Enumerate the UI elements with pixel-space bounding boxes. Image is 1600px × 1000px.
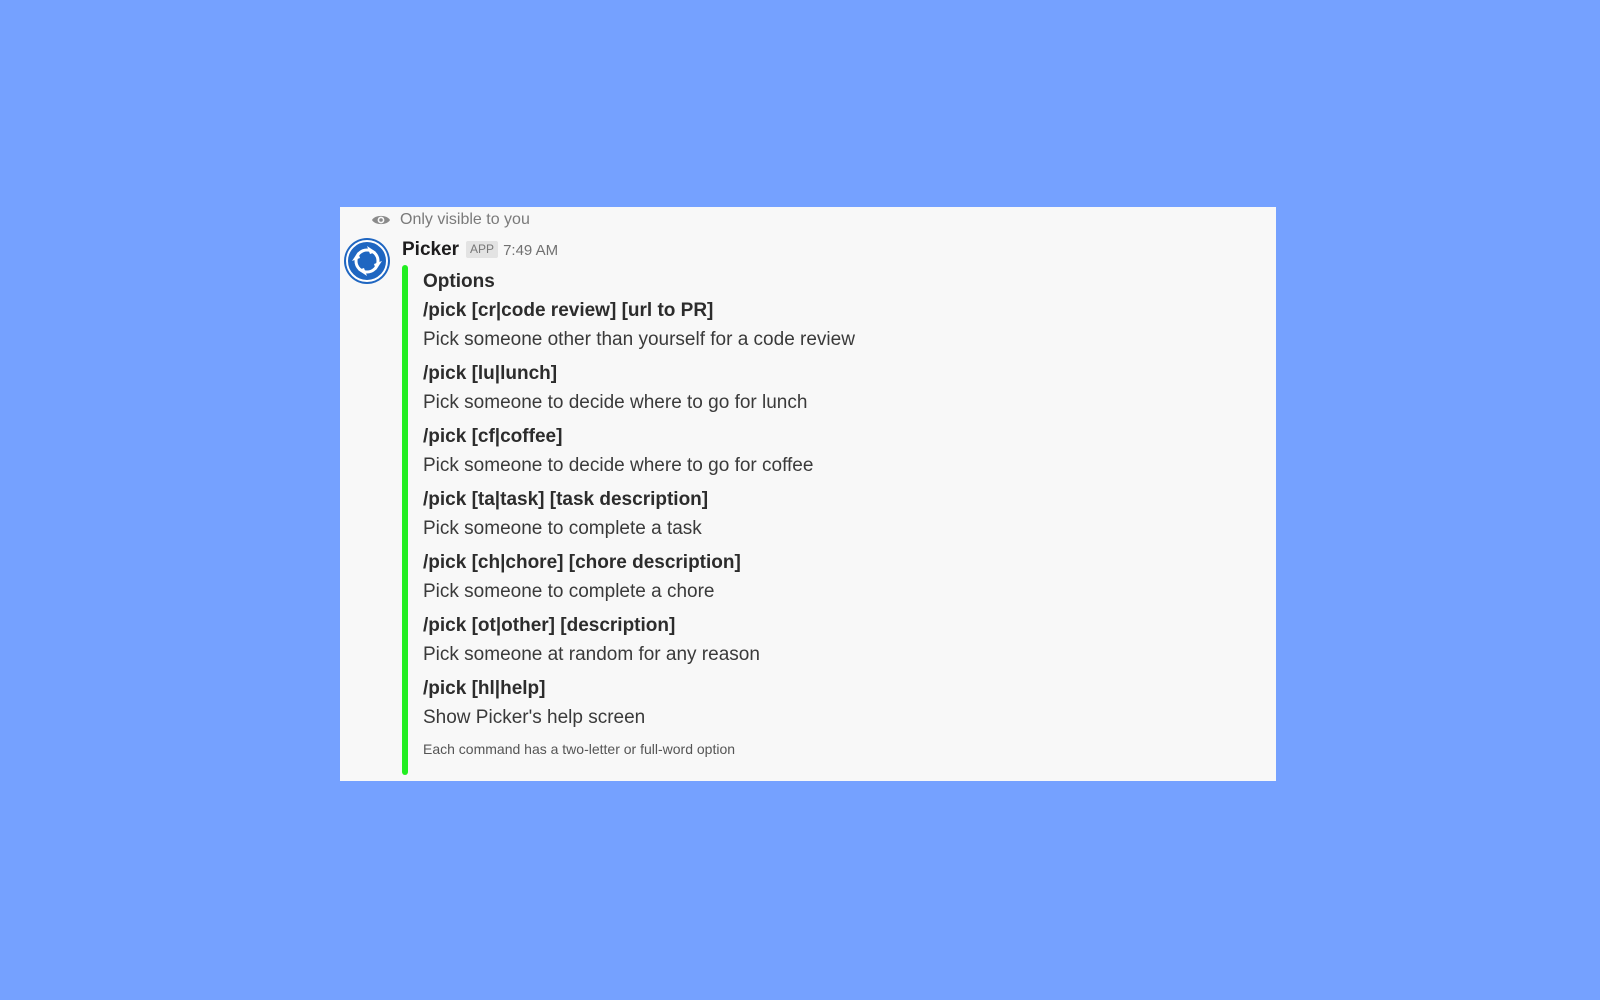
app-badge: APP	[466, 241, 499, 258]
command-description: Pick someone to complete a task	[423, 518, 702, 539]
command-item: /pick [cf|coffee] Pick someone to decide…	[423, 422, 1263, 480]
command-description: Show Picker's help screen	[423, 707, 646, 728]
command-item: /pick [ch|chore] [chore description] Pic…	[423, 548, 1263, 606]
attachment-title: Options	[423, 271, 495, 292]
message-header: Picker APP 7:49 AM	[402, 239, 558, 261]
visibility-notice: Only visible to you	[371, 211, 530, 229]
attachment-accent-bar	[402, 265, 408, 775]
command-syntax: /pick [ch|chore] [chore description]	[423, 552, 741, 573]
attachment: Options /pick [cr|code review] [url to P…	[423, 267, 1263, 757]
command-description: Pick someone other than yourself for a c…	[423, 329, 855, 350]
message-card: Only visible to you Picker APP 7:49 AM O…	[340, 207, 1276, 781]
command-syntax: /pick [ot|other] [description]	[423, 615, 676, 636]
avatar[interactable]	[343, 237, 391, 285]
command-description: Pick someone to complete a chore	[423, 581, 715, 602]
attachment-footer: Each command has a two-letter or full-wo…	[423, 741, 736, 757]
command-syntax: /pick [ta|task] [task description]	[423, 489, 709, 510]
command-syntax: /pick [lu|lunch]	[423, 363, 558, 384]
command-item: /pick [hl|help] Show Picker's help scree…	[423, 674, 1263, 732]
sender-name[interactable]: Picker	[402, 239, 459, 261]
command-item: /pick [cr|code review] [url to PR] Pick …	[423, 296, 1263, 354]
command-description: Pick someone at random for any reason	[423, 644, 760, 665]
picker-app-icon	[344, 238, 390, 284]
command-item: /pick [lu|lunch] Pick someone to decide …	[423, 359, 1263, 417]
command-syntax: /pick [cr|code review] [url to PR]	[423, 300, 714, 321]
visibility-text: Only visible to you	[400, 211, 530, 228]
command-item: /pick [ot|other] [description] Pick some…	[423, 611, 1263, 669]
message-timestamp[interactable]: 7:49 AM	[503, 242, 558, 259]
command-syntax: /pick [cf|coffee]	[423, 426, 563, 447]
command-description: Pick someone to decide where to go for c…	[423, 455, 814, 476]
command-description: Pick someone to decide where to go for l…	[423, 392, 808, 413]
command-syntax: /pick [hl|help]	[423, 678, 546, 699]
eye-icon	[372, 215, 390, 225]
command-item: /pick [ta|task] [task description] Pick …	[423, 485, 1263, 543]
